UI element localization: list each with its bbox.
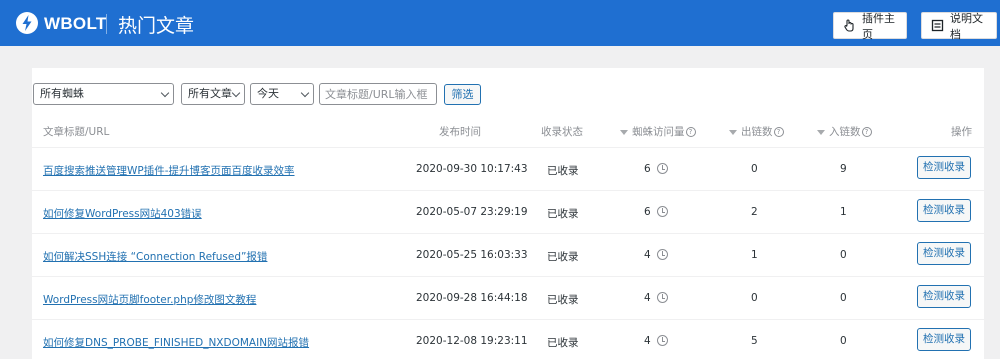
- spider-visits: 6: [644, 205, 668, 218]
- sort-arrow-icon: [620, 129, 628, 135]
- in-links-count: 0: [840, 292, 847, 304]
- check-index-button[interactable]: 检测收录: [917, 156, 971, 179]
- filter-button[interactable]: 筛选: [444, 84, 481, 105]
- header-divider: [106, 14, 107, 34]
- table-row: 如何解决SSH连接 “Connection Refused”报错 2020-05…: [32, 233, 984, 276]
- history-icon[interactable]: [656, 205, 668, 217]
- docs-button[interactable]: 说明文档: [921, 11, 997, 41]
- spider-visits-value: 6: [644, 163, 651, 175]
- check-index-button[interactable]: 检测收录: [917, 242, 971, 265]
- sort-arrow-icon: [817, 129, 825, 135]
- table-row: WordPress网站页脚footer.php修改图文教程 2020-09-28…: [32, 276, 984, 319]
- spider-visits: 6: [644, 162, 668, 175]
- column-out-links-label: 出链数: [741, 126, 773, 138]
- spider-select-value: 所有蜘蛛: [40, 87, 84, 100]
- publish-date: 2020-09-28 16:44:18: [416, 292, 528, 304]
- period-select[interactable]: 今天: [250, 83, 314, 105]
- column-status: 收录状态: [541, 126, 583, 138]
- check-index-button[interactable]: 检测收录: [917, 285, 971, 308]
- index-status: 已收录: [547, 337, 579, 349]
- history-icon[interactable]: [656, 291, 668, 303]
- column-title: 文章标题/URL: [43, 126, 110, 138]
- history-icon[interactable]: [656, 248, 668, 260]
- out-links-count: 5: [751, 335, 758, 347]
- history-icon[interactable]: [656, 162, 668, 174]
- help-icon[interactable]: ?: [773, 127, 784, 137]
- in-links-count: 9: [840, 163, 847, 175]
- index-status: 已收录: [547, 251, 579, 263]
- wbolt-logo-icon: [16, 12, 38, 34]
- spider-visits: 4: [644, 334, 668, 347]
- spider-visits-value: 4: [644, 292, 651, 304]
- index-status: 已收录: [547, 294, 579, 306]
- top-header: WBOLT 热门文章 插件主页 说明文档: [0, 0, 1000, 46]
- document-icon: [931, 19, 944, 32]
- help-icon[interactable]: ?: [861, 127, 872, 137]
- posts-select-value: 所有文章: [188, 87, 232, 100]
- publish-date: 2020-09-30 10:17:43: [416, 163, 528, 175]
- sort-arrow-icon: [729, 129, 737, 135]
- page-title: 热门文章: [118, 15, 195, 37]
- posts-select[interactable]: 所有文章: [181, 83, 245, 105]
- column-in-links-label: 入链数: [829, 126, 861, 138]
- spider-visits: 4: [644, 248, 668, 261]
- search-input[interactable]: [319, 83, 437, 105]
- spider-visits-value: 4: [644, 249, 651, 261]
- out-links-count: 0: [751, 292, 758, 304]
- column-out-links[interactable]: 出链数?: [729, 124, 784, 139]
- in-links-count: 1: [840, 206, 847, 218]
- table-header: 文章标题/URL 发布时间 收录状态 蜘蛛访问量? 出链数? 入链数? 操作: [32, 117, 984, 147]
- hand-pointer-icon: [844, 19, 854, 32]
- index-status: 已收录: [547, 208, 579, 220]
- check-index-button[interactable]: 检测收录: [917, 328, 971, 351]
- spider-visits-value: 6: [644, 206, 651, 218]
- chevron-down-icon: [300, 88, 310, 98]
- column-visits-label: 蜘蛛访问量: [632, 126, 685, 138]
- table-row: 百度搜索推送管理WP插件-提升博客页面百度收录效率 2020-09-30 10:…: [32, 147, 984, 190]
- history-icon[interactable]: [656, 334, 668, 346]
- brand-name: WBOLT: [44, 14, 107, 33]
- plugin-home-label: 插件主页: [862, 11, 895, 41]
- index-status: 已收录: [547, 165, 579, 177]
- in-links-count: 0: [840, 249, 847, 261]
- publish-date: 2020-05-25 16:03:33: [416, 249, 528, 261]
- out-links-count: 1: [751, 249, 758, 261]
- in-links-count: 0: [840, 335, 847, 347]
- help-icon[interactable]: ?: [685, 127, 696, 137]
- column-date: 发布时间: [439, 126, 481, 138]
- chevron-down-icon: [231, 88, 241, 98]
- out-links-count: 2: [751, 206, 758, 218]
- post-title-link[interactable]: 百度搜索推送管理WP插件-提升博客页面百度收录效率: [43, 163, 295, 178]
- table-row: 如何修复DNS_PROBE_FINISHED_NXDOMAIN网站报错 2020…: [32, 319, 984, 359]
- column-action: 操作: [951, 126, 972, 138]
- post-title-link[interactable]: 如何修复WordPress网站403错误: [43, 206, 202, 221]
- spider-visits: 4: [644, 291, 668, 304]
- publish-date: 2020-05-07 23:29:19: [416, 206, 528, 218]
- spider-visits-value: 4: [644, 335, 651, 347]
- table-row: 如何修复WordPress网站403错误 2020-05-07 23:29:19…: [32, 190, 984, 233]
- docs-label: 说明文档: [950, 11, 983, 41]
- column-in-links[interactable]: 入链数?: [817, 124, 872, 139]
- column-visits[interactable]: 蜘蛛访问量?: [620, 124, 696, 139]
- chevron-down-icon: [160, 88, 170, 98]
- check-index-button[interactable]: 检测收录: [917, 199, 971, 222]
- out-links-count: 0: [751, 163, 758, 175]
- period-select-value: 今天: [257, 87, 279, 100]
- publish-date: 2020-12-08 19:23:11: [416, 335, 528, 347]
- post-title-link[interactable]: 如何解决SSH连接 “Connection Refused”报错: [43, 249, 267, 264]
- post-title-link[interactable]: 如何修复DNS_PROBE_FINISHED_NXDOMAIN网站报错: [43, 335, 309, 350]
- post-title-link[interactable]: WordPress网站页脚footer.php修改图文教程: [43, 292, 256, 307]
- spider-select[interactable]: 所有蜘蛛: [33, 83, 174, 105]
- plugin-home-button[interactable]: 插件主页: [833, 11, 907, 41]
